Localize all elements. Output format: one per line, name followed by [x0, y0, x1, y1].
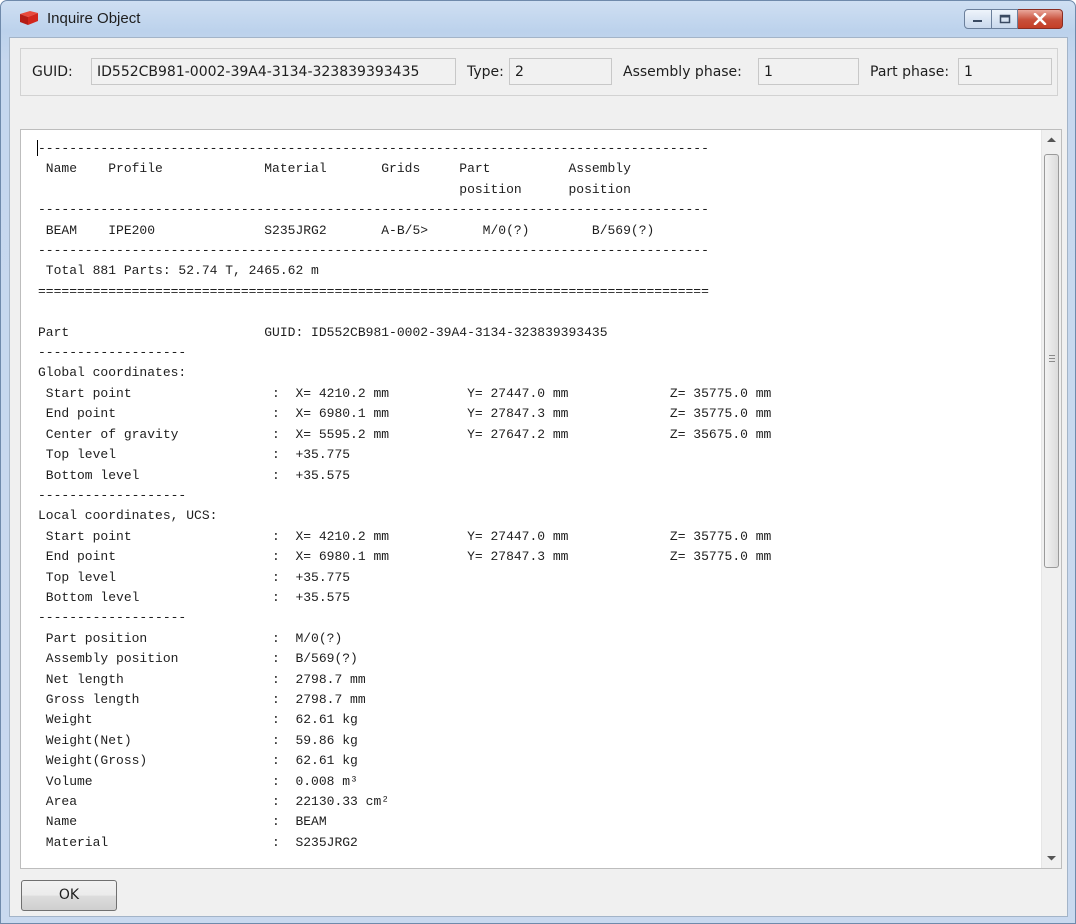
window-controls	[964, 9, 1063, 31]
scroll-up-arrow-icon	[1047, 137, 1056, 142]
report-line	[38, 302, 771, 322]
report-line: Area : 22130.33 cm²	[38, 794, 390, 809]
scroll-up-button[interactable]	[1042, 130, 1061, 150]
report-line: -------------------	[38, 487, 187, 503]
report-line: Top level : +35.775	[38, 447, 351, 463]
report-line: Global coordinates:	[38, 365, 187, 381]
report-line: -------------------	[38, 610, 187, 626]
report-line: ----------------------------------------…	[38, 141, 709, 156]
report-line: Bottom level : +35.575	[38, 467, 351, 483]
type-label: Type:	[467, 64, 504, 80]
report-line: End point : X= 6980.1 mm Y= 27847.3 mm Z…	[38, 549, 772, 565]
report-line: Material : S235JRG2	[38, 834, 358, 850]
guid-field[interactable]: ID552CB981-0002-39A4-3134-323839393435	[91, 58, 456, 85]
report-line: ========================================…	[38, 283, 709, 299]
report-line: Part GUID: ID552CB981-0002-39A4-3134-323…	[38, 324, 608, 340]
maximize-button[interactable]	[992, 9, 1018, 29]
report-line: Start point : X= 4210.2 mm Y= 27447.0 mm…	[38, 385, 772, 401]
vertical-scrollbar[interactable]	[1041, 130, 1061, 868]
report-line: Name : BEAM	[38, 814, 327, 830]
report-line: Part position : M/0(?)	[38, 630, 343, 646]
report-line: End point : X= 6980.1 mm Y= 27847.3 mm Z…	[38, 406, 772, 422]
report-line: ----------------------------------------…	[38, 202, 709, 218]
part-phase-label: Part phase:	[870, 64, 950, 80]
report-line: Volume : 0.008 m³	[38, 773, 358, 789]
app-logo-icon	[20, 11, 38, 25]
report-line: Gross length : 2798.7 mm	[38, 691, 366, 707]
report-line: BEAM IPE200 S235JRG2 A-B/5> M/0(?) B/569…	[38, 222, 655, 238]
maximize-icon	[999, 14, 1010, 24]
report-line: -------------------	[38, 345, 187, 361]
title-bar[interactable]: Inquire Object	[1, 1, 1075, 37]
report-line: Weight(Net) : 59.86 kg	[38, 732, 358, 748]
window-title: Inquire Object	[47, 10, 141, 27]
object-info-bar: GUID: ID552CB981-0002-39A4-3134-32383939…	[20, 48, 1058, 96]
report-text-viewport[interactable]: ------------------- ------------------- --…	[21, 130, 1041, 868]
report-text[interactable]: ------------------- ------------------- --…	[38, 139, 771, 853]
report-line: Center of gravity : X= 5595.2 mm Y= 2764…	[38, 426, 772, 442]
scroll-down-arrow-icon	[1047, 856, 1056, 861]
scroll-down-button[interactable]	[1042, 848, 1061, 868]
report-line: Net length : 2798.7 mm	[38, 671, 366, 687]
inquire-object-window: Inquire Object GUID: ID552CB981-0002-39A…	[0, 0, 1076, 924]
minimize-icon	[973, 20, 982, 22]
report-line: Top level : +35.775	[38, 569, 351, 585]
minimize-button[interactable]	[964, 9, 992, 29]
dialog-body: GUID: ID552CB981-0002-39A4-3134-32383939…	[9, 37, 1068, 917]
ok-button[interactable]: OK	[21, 880, 117, 911]
report-line: position position	[38, 181, 631, 197]
report-line: Weight : 62.61 kg	[38, 712, 358, 728]
report-text-area[interactable]: ------------------- ------------------- --…	[20, 129, 1062, 869]
report-line: Weight(Gross) : 62.61 kg	[38, 753, 358, 769]
report-line: Name Profile Material Grids Part Assembl…	[38, 161, 631, 177]
report-line: ----------------------------------------…	[38, 243, 709, 259]
assembly-phase-field[interactable]: 1	[758, 58, 859, 85]
report-line: Start point : X= 4210.2 mm Y= 27447.0 mm…	[38, 528, 772, 544]
report-line: Bottom level : +35.575	[38, 589, 351, 605]
part-phase-field[interactable]: 1	[958, 58, 1052, 85]
report-line: Total 881 Parts: 52.74 T, 2465.62 m	[38, 263, 319, 279]
guid-label: GUID:	[32, 64, 73, 80]
scrollbar-grip-icon	[1049, 355, 1055, 362]
type-field[interactable]: 2	[509, 58, 612, 85]
report-line: Local coordinates, UCS:	[38, 508, 218, 524]
report-line: Assembly position : B/569(?)	[38, 651, 358, 667]
assembly-phase-label: Assembly phase:	[623, 64, 742, 80]
close-button[interactable]	[1018, 9, 1063, 29]
close-icon	[1033, 13, 1047, 25]
scrollbar-thumb[interactable]	[1044, 154, 1059, 568]
